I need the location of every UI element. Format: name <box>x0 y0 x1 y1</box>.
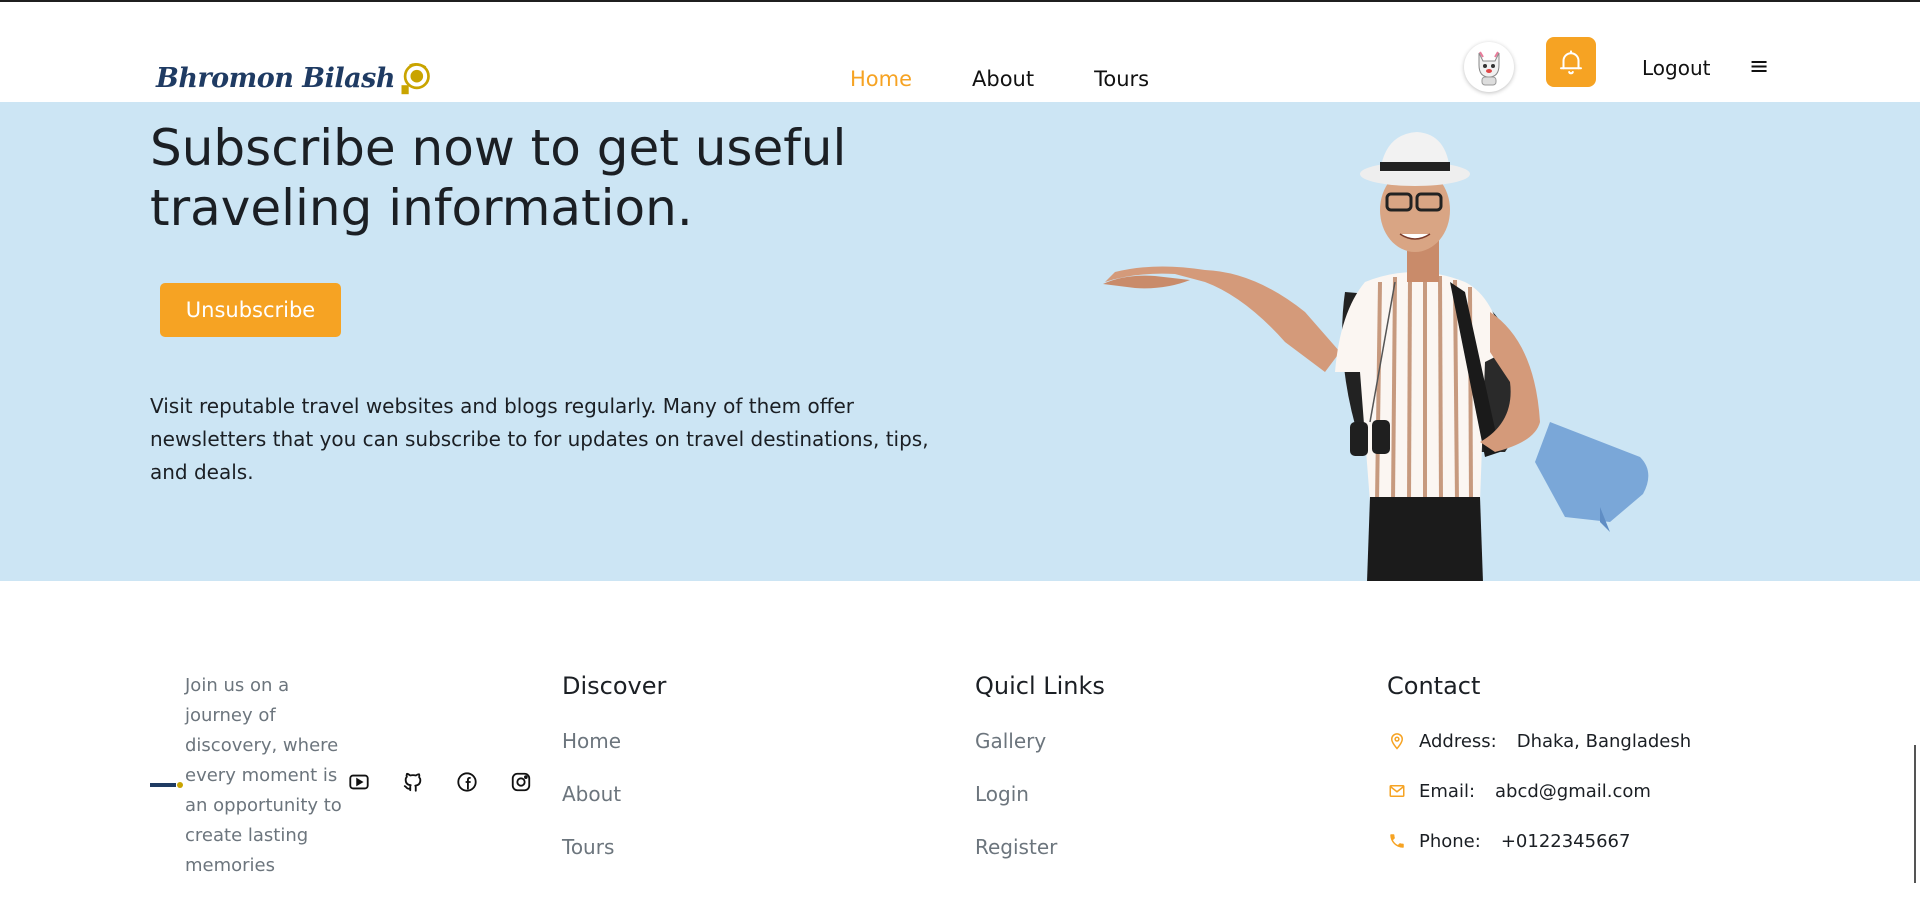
footer-link-register[interactable]: Register <box>975 833 1105 861</box>
mail-icon <box>1387 781 1407 801</box>
avatar[interactable] <box>1464 42 1514 92</box>
discover-heading: Discover <box>562 672 667 700</box>
nav-home[interactable]: Home <box>820 64 942 94</box>
logout-button[interactable]: Logout <box>1642 54 1710 82</box>
contact-heading: Contact <box>1387 672 1481 700</box>
footer-link-home[interactable]: Home <box>562 727 666 755</box>
contact-email: Email: abcd@gmail.com <box>1387 777 1691 805</box>
footer-discover: Discover Home About Tours <box>562 669 666 886</box>
address-value: Dhaka, Bangladesh <box>1516 730 1692 752</box>
instagram-icon[interactable] <box>508 769 534 795</box>
notification-button[interactable] <box>1546 37 1596 87</box>
logo-text: Bhromon Bilash <box>156 62 395 94</box>
phone-icon <box>1387 831 1407 851</box>
location-pin-icon <box>1387 731 1407 751</box>
email-value[interactable]: abcd@gmail.com <box>1495 781 1651 802</box>
footer-link-tours[interactable]: Tours <box>562 833 666 861</box>
social-links <box>346 769 534 795</box>
footer-link-about[interactable]: About <box>562 780 666 808</box>
footer-link-login[interactable]: Login <box>975 780 1105 808</box>
hero-title: Subscribe now to get useful traveling in… <box>150 119 847 237</box>
globe-icon <box>401 63 430 95</box>
footer-quick-links: Quicl Links Gallery Login Register <box>975 669 1105 886</box>
hamburger-menu-icon[interactable]: ≡ <box>1749 52 1769 80</box>
address-label: Address: <box>1419 730 1497 752</box>
traveler-illustration <box>1103 132 1649 581</box>
cat-avatar-icon <box>1478 51 1500 86</box>
unsubscribe-button[interactable]: Unsubscribe <box>160 283 341 337</box>
site-header: Bhromon Bilash Home About Tours Logout ≡ <box>0 2 1920 102</box>
nav-tours[interactable]: Tours <box>1064 64 1179 94</box>
phone-label: Phone: <box>1419 830 1481 852</box>
footer-tagline: Join us on a journey of discovery, where… <box>185 675 342 876</box>
footer-logo[interactable] <box>150 781 184 789</box>
hero-description: Visit reputable travel websites and blog… <box>150 394 929 484</box>
main-nav: Home About Tours <box>820 64 1179 94</box>
logo[interactable]: Bhromon Bilash <box>156 56 433 100</box>
scrollbar[interactable] <box>1914 745 1916 883</box>
subscribe-hero: Subscribe now to get useful traveling in… <box>0 102 1920 581</box>
facebook-icon[interactable] <box>454 769 480 795</box>
footer-contact: Contact Address: Dhaka, Bangladesh Email… <box>1387 669 1691 877</box>
site-footer: Join us on a journey of discovery, where… <box>0 581 1920 912</box>
phone-value[interactable]: +0122345667 <box>1501 831 1631 852</box>
quick-links-heading: Quicl Links <box>975 672 1105 700</box>
contact-phone: Phone: +0122345667 <box>1387 827 1691 855</box>
bell-icon <box>1560 50 1582 75</box>
github-icon[interactable] <box>400 769 426 795</box>
footer-link-gallery[interactable]: Gallery <box>975 727 1105 755</box>
youtube-icon[interactable] <box>346 769 372 795</box>
contact-address: Address: Dhaka, Bangladesh <box>1387 727 1691 755</box>
email-label: Email: <box>1419 780 1476 802</box>
nav-about[interactable]: About <box>942 64 1064 94</box>
